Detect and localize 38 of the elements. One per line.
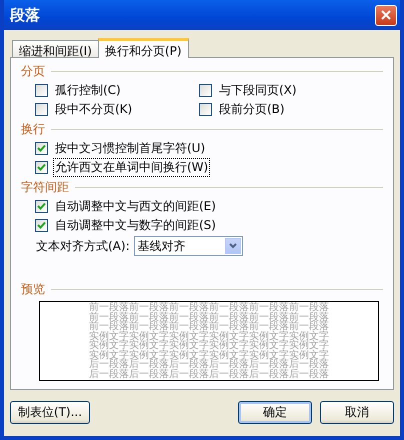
preview-text: 实例文字实例文字实例文字实例文字实例文字实例文字 [89,341,329,350]
checkbox-label[interactable]: 自动调整中文与数字的间距(S) [53,216,218,235]
checkbox[interactable] [35,142,48,155]
checkbox-label[interactable]: 按中文习惯控制首尾字符(U) [53,139,208,158]
checkbox-label[interactable]: 自动调整中文与西文的间距(E) [53,197,218,216]
ok-button[interactable]: 确定 [238,400,312,424]
preview-text: 前一段落前一段落前一段落前一段落前一段落前一段落 [89,322,329,332]
section-title: 字符间距 [21,178,69,196]
window-title: 段落 [10,6,40,24]
checkbox-label[interactable]: 与下段同页(X) [217,81,299,100]
tabs-button[interactable]: 制表位(T)... [10,400,90,424]
preview-text: 实例文字实例文字实例文字实例文字实例文字实例文字 [89,332,329,341]
preview-text: 后一段落后一段落后一段落后一段落后一段落后一段落 [89,370,329,379]
checkbox-label[interactable]: 允许西文在单词中间换行(W) [53,158,210,177]
checkbox[interactable] [199,103,212,116]
checkbox[interactable] [35,84,48,97]
tab[interactable]: 换行和分页(P) [98,38,189,58]
preview-text: 前一段落前一段落前一段落前一段落前一段落前一段落 [89,303,329,312]
checkbox[interactable] [199,84,212,97]
field-label: 文本对齐方式(A): [36,238,130,254]
preview-text: 后一段落后一段落后一段落后一段落后一段落后一段落 [89,360,329,370]
preview-text: 前一段落前一段落前一段落前一段落前一段落前一段落 [89,312,329,322]
checkbox-label[interactable]: 段前分页(B) [217,100,287,119]
preview-text: 实例文字实例文字实例文字实例文字实例文字实例文字 [89,350,329,360]
cancel-button[interactable]: 取消 [320,400,394,424]
checkbox-label[interactable]: 孤行控制(C) [53,81,123,100]
close-button[interactable] [375,4,397,26]
checkbox[interactable] [35,200,48,213]
section-title: 预览 [21,280,45,298]
checkbox-label[interactable]: 段中不分页(K) [53,100,134,119]
tab[interactable]: 缩进和间距(I) [12,40,99,57]
alignment-dropdown[interactable]: 基线对齐 [134,236,243,256]
checkbox[interactable] [35,161,48,174]
checkbox[interactable] [35,219,48,232]
section-title: 分页 [21,62,45,80]
close-icon [381,10,391,20]
section-title: 换行 [21,120,45,138]
checkbox[interactable] [35,103,48,116]
